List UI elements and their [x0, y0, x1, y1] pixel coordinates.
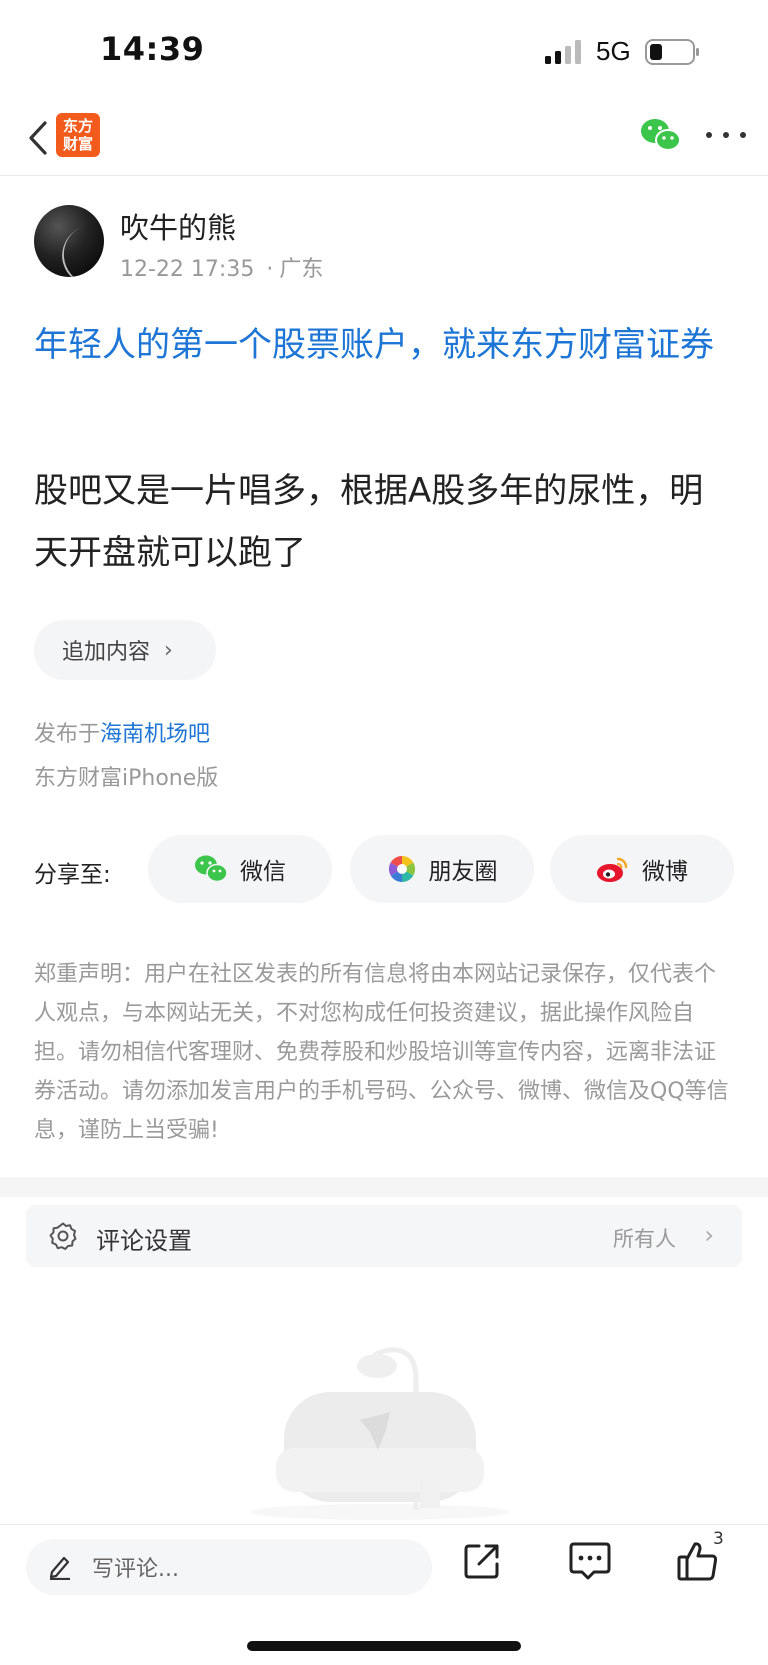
wechat-share-icon[interactable] [640, 116, 682, 156]
share-moments-button[interactable]: 朋友圈 [350, 835, 534, 903]
section-divider [0, 1177, 768, 1197]
cellular-signal-icon [545, 40, 581, 64]
status-time: 14:39 [100, 30, 205, 68]
share-moments-label: 朋友圈 [428, 859, 498, 885]
status-bar: 14:39 5G [0, 0, 768, 100]
weibo-icon [597, 857, 628, 882]
like-count: 3 [713, 1529, 724, 1549]
comment-settings-label: 评论设置 [96, 1227, 192, 1255]
network-type: 5G [596, 36, 631, 66]
comment-settings-value: 所有人 [613, 1227, 676, 1251]
share-weibo-label: 微博 [642, 859, 688, 885]
author-name[interactable]: 吹牛的熊 [120, 205, 236, 247]
chevron-left-icon [29, 121, 47, 155]
dot-icon [706, 132, 712, 138]
share-wechat-label: 微信 [240, 859, 286, 885]
dot-icon [723, 132, 729, 138]
disclaimer: 郑重声明：用户在社区发表的所有信息将由本网站记录保存，仅代表个人观点，与本网站无… [34, 962, 729, 1143]
comment-settings-row[interactable]: 评论设置 所有人 › [26, 1205, 742, 1267]
post-time: 12-22 17:35 [120, 257, 255, 282]
share-wechat-button[interactable]: 微信 [148, 835, 332, 903]
wechat-icon [195, 855, 228, 883]
gear-icon [49, 1222, 77, 1250]
avatar[interactable] [34, 205, 104, 277]
chevron-right-icon: › [164, 637, 173, 663]
battery-icon [645, 39, 699, 65]
dot-icon [740, 132, 746, 138]
post-location: 广东 [279, 257, 324, 282]
moments-icon [388, 855, 415, 883]
post-meta: 12-22 17:35 · 广东 [120, 257, 324, 282]
write-comment-placeholder: 写评论... [92, 1557, 179, 1582]
eastmoney-logo[interactable]: 东方财富 [56, 113, 100, 157]
client-source: 东方财富iPhone版 [34, 766, 219, 791]
append-content-label: 追加内容 [62, 640, 151, 665]
published-in: 发布于海南机场吧 [34, 716, 210, 748]
empty-comments-illustration [250, 1347, 510, 1520]
share-row: 分享至: 微信 朋友圈 微博 [34, 835, 734, 903]
append-content-button[interactable]: 追加内容 › [34, 620, 216, 680]
comment-icon[interactable] [568, 1541, 612, 1581]
promo-link[interactable]: 年轻人的第一个股票账户，就来东方财富证券 [34, 318, 734, 372]
forward-share-icon[interactable] [462, 1541, 502, 1581]
write-comment-input[interactable]: 写评论... [26, 1539, 432, 1595]
share-label: 分享至: [34, 862, 111, 888]
pencil-icon [49, 1556, 70, 1580]
more-options-button[interactable] [706, 120, 746, 150]
home-indicator[interactable] [247, 1641, 521, 1651]
published-prefix: 发布于 [34, 722, 101, 747]
author-header: 吹牛的熊 12-22 17:35 · 广东 [34, 205, 734, 285]
share-weibo-button[interactable]: 微博 [550, 835, 734, 903]
chevron-right-icon: › [704, 1221, 714, 1249]
back-button[interactable] [18, 116, 58, 160]
stock-bar-link[interactable]: 海南机场吧 [100, 722, 210, 747]
post-content: 股吧又是一片唱多，根据A股多年的尿性，明天开盘就可以跑了 [34, 471, 704, 573]
nav-bar: 东方财富 [0, 100, 768, 176]
